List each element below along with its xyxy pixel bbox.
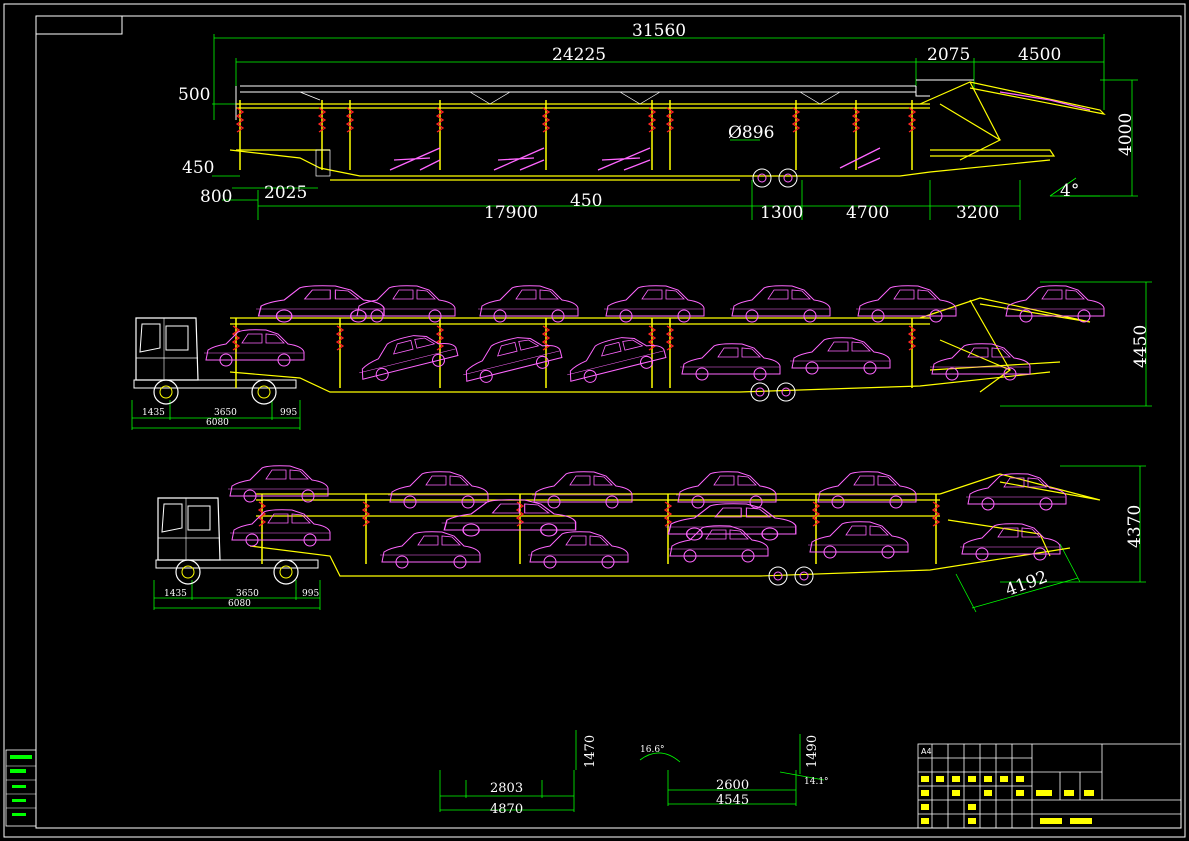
side-view: 31560 24225 2075 4500 500 450 800 2025 1…	[178, 21, 1138, 223]
dim-tractor-front-a: 1435	[142, 408, 165, 418]
sample-b-front-angle: 16.6°	[640, 745, 665, 755]
dim-deck-length: 24225	[552, 45, 606, 65]
dim-main-span: 17900	[484, 203, 538, 223]
dim-tractor-wheelbase-a: 3650	[214, 408, 237, 418]
sample-a-wheelbase: 2803	[490, 781, 523, 796]
sample-b-rear-angle: 14.1°	[804, 777, 829, 787]
dim-front-ramp: 3200	[956, 203, 999, 223]
dim-front-upper: 2075	[927, 45, 970, 65]
sample-b-height: 1490	[805, 735, 820, 768]
dim-deck-gap: 450	[570, 191, 602, 211]
dim-ramp-length: 4192	[1003, 567, 1050, 601]
dim-overall: 31560	[632, 21, 686, 41]
dim-ramp-angle: 4°	[1060, 181, 1079, 201]
dim-tractor-total-b: 6080	[228, 599, 251, 609]
outer-frame	[3, 3, 1186, 838]
dim-tractor-wheelbase-b: 3650	[236, 589, 259, 599]
title-block: A4	[917, 743, 1182, 829]
sample-b-wheelbase: 2600	[716, 778, 749, 793]
sample-car-a: 2803 4870 1470	[439, 499, 598, 817]
dim-tractor-total-a: 6080	[206, 418, 229, 428]
dim-overall-height: 4000	[1116, 113, 1136, 156]
sample-a-length: 4870	[490, 802, 523, 817]
dim-tractor-rear-a: 995	[280, 408, 297, 418]
dim-axle-to-front: 4700	[846, 203, 889, 223]
dim-loaded-height-b: 4370	[1125, 505, 1145, 548]
sample-b-length: 4545	[716, 793, 749, 808]
left-register	[5, 749, 37, 827]
dim-loaded-height-a: 4450	[1131, 325, 1151, 368]
dim-front-extension: 4500	[1018, 45, 1061, 65]
drawing-canvas: 31560 24225 2075 4500 500 450 800 2025 1…	[3, 3, 1186, 838]
dim-tractor-rear-b: 995	[302, 589, 319, 599]
dim-lower-deck-height: 450	[182, 158, 214, 178]
dim-rear-overhang: 500	[178, 85, 210, 105]
sheet-size: A4	[921, 747, 932, 756]
dim-tractor-front-b: 1435	[164, 589, 187, 599]
dim-gooseneck: 2025	[264, 183, 307, 203]
corner-box	[35, 15, 123, 35]
sample-a-height: 1470	[583, 735, 598, 768]
loaded-view-b: 4370 4192 1435 3650 995 6080	[153, 465, 1146, 613]
dim-wheel-diameter: Ø896	[728, 123, 774, 143]
loaded-view-a: 4450 1435 3650 995 6080	[131, 281, 1152, 430]
dim-axle-spacing: 1300	[760, 203, 803, 223]
dim-kingpin-height: 800	[200, 187, 232, 207]
